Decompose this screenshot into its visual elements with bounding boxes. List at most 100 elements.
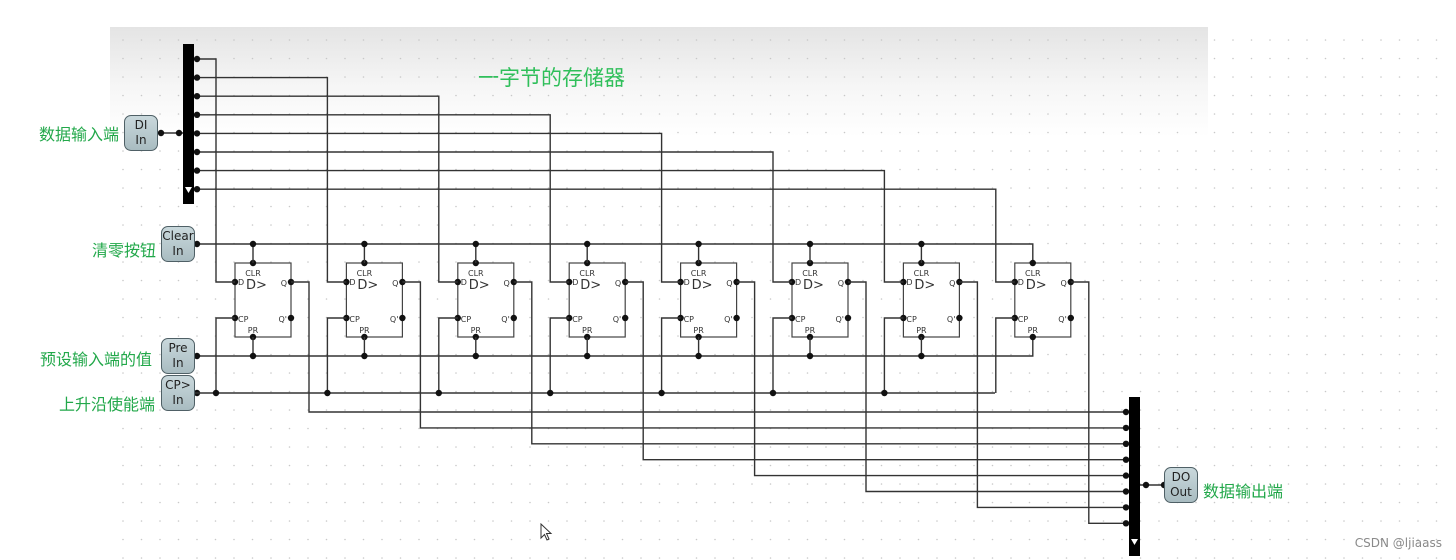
grid-dot bbox=[1121, 261, 1123, 263]
grid-dot bbox=[1343, 242, 1345, 245]
grid-dot bbox=[233, 57, 235, 60]
grid-dot bbox=[1084, 372, 1086, 374]
grid-dot bbox=[547, 39, 550, 41]
grid-dot bbox=[418, 316, 420, 319]
grid-dot bbox=[954, 205, 957, 208]
grid-dot bbox=[1324, 224, 1327, 226]
grid-dot bbox=[214, 520, 217, 522]
grid-dot bbox=[1324, 520, 1327, 522]
grid-dot bbox=[806, 538, 809, 541]
grid-dot bbox=[1195, 372, 1197, 374]
grid-dot bbox=[714, 205, 716, 208]
grid-dot bbox=[1398, 298, 1401, 300]
label-preset: 预设输入端的值 bbox=[40, 350, 153, 369]
grid-dot bbox=[418, 557, 420, 559]
data-bit-wire bbox=[194, 114, 570, 283]
grid-dot bbox=[1435, 39, 1438, 41]
grid-dot bbox=[917, 113, 920, 115]
grid-dot bbox=[1176, 520, 1179, 522]
grid-dot bbox=[307, 501, 309, 504]
grid-dot bbox=[714, 520, 716, 522]
grid-dot bbox=[455, 372, 457, 374]
grid-dot bbox=[159, 168, 161, 171]
grid-dot bbox=[751, 520, 753, 522]
grid-dot bbox=[233, 390, 235, 393]
grid-dot bbox=[973, 279, 975, 282]
grid-dot bbox=[1232, 464, 1234, 467]
grid-dot bbox=[1269, 335, 1271, 337]
grid-dot bbox=[825, 538, 827, 541]
grid-dot bbox=[954, 501, 957, 504]
junction-dot bbox=[361, 240, 368, 248]
grid-dot bbox=[1213, 520, 1216, 522]
data-in-pin[interactable]: DI In bbox=[124, 115, 158, 151]
grid-dot bbox=[1084, 390, 1086, 393]
grid-dot bbox=[307, 39, 309, 41]
grid-dot bbox=[436, 279, 439, 282]
grid-dot bbox=[677, 205, 679, 208]
grid-dot bbox=[880, 113, 883, 115]
splitter-output-dot bbox=[193, 55, 201, 63]
clear-bus bbox=[195, 243, 1034, 263]
grid-dot bbox=[473, 94, 476, 97]
grid-dot bbox=[1121, 113, 1123, 115]
grid-dot bbox=[1232, 76, 1234, 78]
data-out-pin[interactable]: DO Out bbox=[1164, 467, 1198, 503]
grid-dot bbox=[954, 557, 957, 559]
grid-dot bbox=[1232, 353, 1234, 356]
grid-dot bbox=[122, 168, 124, 171]
grid-dot bbox=[695, 131, 698, 134]
grid-dot bbox=[1158, 353, 1160, 356]
grid-dot bbox=[1084, 94, 1086, 97]
grid-dot bbox=[325, 298, 328, 300]
grid-dot bbox=[1417, 205, 1419, 208]
grid-dot bbox=[1306, 557, 1308, 559]
grid-dot bbox=[751, 372, 753, 374]
grid-dot bbox=[1380, 520, 1382, 522]
grid-dot bbox=[529, 205, 531, 208]
grid-dot bbox=[843, 150, 846, 152]
d-flipflop bbox=[457, 262, 515, 338]
junction-dot bbox=[695, 352, 702, 360]
grid-dot bbox=[529, 390, 531, 393]
grid-dot bbox=[1287, 483, 1290, 485]
grid-dot bbox=[936, 76, 938, 78]
grid-dot bbox=[1213, 298, 1216, 300]
grid-dot bbox=[1139, 390, 1142, 393]
grid-dot bbox=[566, 372, 568, 374]
grid-dot bbox=[732, 76, 735, 78]
grid-dot bbox=[1028, 150, 1031, 152]
grid-dot bbox=[1028, 113, 1031, 115]
grid-dot bbox=[177, 205, 180, 208]
grid-dot bbox=[566, 205, 568, 208]
grid-dot bbox=[1065, 501, 1068, 504]
grid-dot bbox=[695, 520, 698, 522]
grid-dot bbox=[973, 520, 975, 522]
grid-dot bbox=[603, 57, 605, 60]
grid-dot bbox=[510, 390, 513, 393]
splitter-input-dot bbox=[1122, 456, 1130, 463]
grid-dot bbox=[1102, 335, 1105, 337]
grid-dot bbox=[788, 353, 790, 356]
grid-dot bbox=[1213, 224, 1216, 226]
preset-pin[interactable]: Pre In bbox=[161, 338, 195, 374]
grid-dot bbox=[1398, 372, 1401, 374]
grid-dot bbox=[1287, 390, 1290, 393]
grid-dot bbox=[973, 113, 975, 115]
grid-dot bbox=[899, 501, 901, 504]
grid-dot bbox=[159, 501, 161, 504]
grid-dot bbox=[714, 113, 716, 115]
qn-label: Q' bbox=[724, 315, 733, 324]
grid-dot bbox=[1361, 168, 1364, 171]
grid-dot bbox=[270, 409, 272, 411]
grid-dot bbox=[1435, 242, 1438, 245]
grid-dot bbox=[196, 464, 198, 467]
grid-dot bbox=[880, 538, 883, 541]
grid-dot bbox=[1065, 372, 1068, 374]
grid-dot bbox=[751, 57, 753, 60]
grid-dot bbox=[399, 76, 402, 78]
grid-dot bbox=[288, 520, 291, 522]
clock-pin[interactable]: CP> In bbox=[161, 375, 195, 411]
clear-pin[interactable]: Clear In bbox=[161, 226, 195, 262]
grid-dot bbox=[270, 57, 272, 60]
